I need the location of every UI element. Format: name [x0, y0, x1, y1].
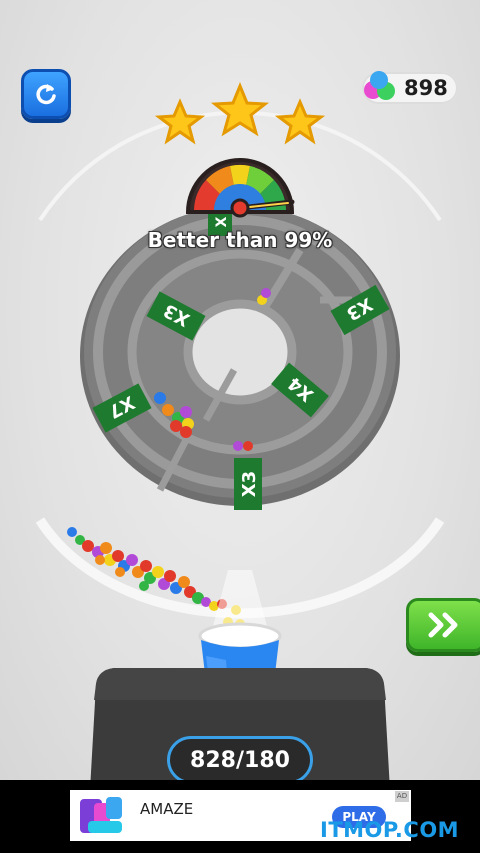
- star-2: [210, 82, 270, 137]
- star-rating: [154, 82, 326, 145]
- game-scene: X3 X3 X7 X4 X3 X 898 Better than 99% 828…: [0, 0, 480, 780]
- ad-badge: AD: [395, 791, 409, 802]
- amaze-app-icon: [80, 797, 122, 833]
- better-than-label: Better than 99%: [147, 228, 333, 252]
- restart-button[interactable]: [21, 69, 71, 119]
- cup-glow: [212, 570, 268, 630]
- multiplier-label-5: X3: [239, 471, 260, 497]
- multiplier-pad-5: X3: [234, 458, 262, 510]
- performance-gauge: [185, 158, 295, 218]
- double-chevron-right-icon: [428, 612, 458, 638]
- next-level-button[interactable]: [406, 598, 480, 652]
- coin-count: 898: [404, 76, 448, 100]
- score-value: 828/180: [190, 747, 290, 773]
- watermark: ITMOP.COM: [320, 818, 460, 842]
- star-3: [274, 98, 326, 145]
- ad-title: AMAZE: [140, 800, 194, 818]
- restart-icon: [36, 84, 56, 105]
- score-counter: 828/180: [167, 736, 313, 780]
- balls-currency-icon: [364, 71, 395, 100]
- star-1: [154, 98, 206, 145]
